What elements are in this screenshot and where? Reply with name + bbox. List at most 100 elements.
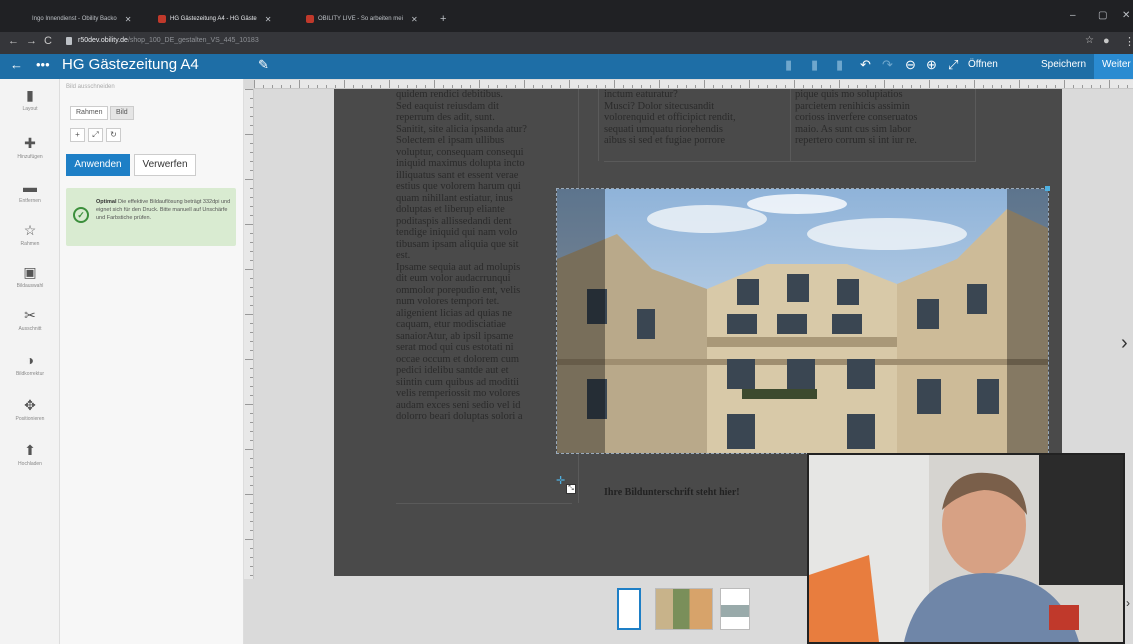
ruler-tick xyxy=(605,85,606,88)
ruler-tick xyxy=(317,85,318,88)
ruler-tick xyxy=(587,85,588,88)
browser-tab-1[interactable]: Ingo Innendienst - Obility Backo ✕ xyxy=(32,11,150,27)
minimize-icon[interactable]: – xyxy=(1070,10,1076,21)
move-handle-icon[interactable]: ✛ xyxy=(556,474,565,487)
fullscreen-icon[interactable]: ⤢ xyxy=(948,57,958,73)
tool-image-select[interactable]: ▣ Bildauswahl xyxy=(0,264,60,289)
image-caption[interactable]: Ihre Bildunterschrift steht hier! xyxy=(604,487,740,498)
apply-button[interactable]: Anwenden xyxy=(66,154,130,176)
ruler-tick xyxy=(821,85,822,88)
chevron-right-icon[interactable]: › xyxy=(1121,332,1128,355)
ruler-tick xyxy=(992,85,993,88)
discard-button[interactable]: Verwerfen xyxy=(134,154,196,176)
ruler-tick xyxy=(335,85,336,88)
ruler-tick xyxy=(866,85,867,88)
tool-add[interactable]: ✚ Hinzufügen xyxy=(0,135,60,160)
pencil-icon[interactable]: ✎ xyxy=(258,57,269,73)
close-icon[interactable]: ✕ xyxy=(125,15,132,24)
lock-icon xyxy=(66,37,72,45)
close-icon[interactable]: ✕ xyxy=(411,15,418,24)
ruler-tick xyxy=(569,80,570,88)
browser-tab-bar: Ingo Innendienst - Obility Backo ✕ HG Gäs… xyxy=(0,0,1133,32)
close-window-icon[interactable]: ✕ xyxy=(1122,10,1130,21)
open-button[interactable]: Öffnen xyxy=(968,59,998,70)
text-line: dit eum volor audacrrunqui xyxy=(396,273,511,284)
ruler-tick xyxy=(578,85,579,88)
ruler-tick xyxy=(250,530,253,531)
zoom-in-icon[interactable]: ⊕ xyxy=(926,57,937,73)
ruler-tick xyxy=(785,85,786,88)
chevron-right-icon[interactable]: › xyxy=(1126,596,1130,610)
tool-label: Rahmen xyxy=(20,241,40,247)
redo-icon[interactable]: ↷ xyxy=(882,57,893,73)
ruler-tick xyxy=(308,85,309,88)
text-column-1[interactable]: quidem rendici debitibus. Sed eaquist rei… xyxy=(396,89,572,503)
tool-remove[interactable]: ▬ Entfernen xyxy=(0,179,60,204)
ruler-tick xyxy=(290,85,291,88)
ruler-tick xyxy=(353,85,354,88)
tool-position[interactable]: ✥ Positionieren xyxy=(0,397,60,422)
restore-icon[interactable]: ▢ xyxy=(1098,10,1107,21)
page-thumbnail-3[interactable] xyxy=(720,588,750,630)
tab-frame[interactable]: Rahmen xyxy=(70,106,109,120)
selected-photo-frame[interactable] xyxy=(556,188,1049,454)
back-arrow-icon[interactable]: ← xyxy=(10,57,23,72)
ruler-tick xyxy=(250,170,253,171)
ruler-tick xyxy=(1091,85,1092,88)
ruler-tick xyxy=(938,85,939,88)
column-divider xyxy=(790,89,791,161)
back-icon[interactable]: ← xyxy=(8,35,19,47)
page-thumbnail-1[interactable] xyxy=(617,588,641,630)
text-line: velis remperiossit mo volores xyxy=(396,388,520,399)
resize-handle[interactable] xyxy=(1045,186,1050,191)
zoom-out-icon[interactable]: ⊖ xyxy=(905,57,916,73)
tool-label: Layout xyxy=(22,106,38,112)
tab-image[interactable]: Bild xyxy=(110,106,134,120)
url-field[interactable]: r50dev.obility.de/shop_100_DE_gestalten_… xyxy=(78,37,259,44)
more-dots-icon[interactable]: ••• xyxy=(36,57,50,72)
ruler-tick xyxy=(1127,85,1128,88)
new-tab-icon[interactable]: + xyxy=(440,13,446,25)
copy-icon[interactable]: ▮ xyxy=(811,57,818,73)
upload-icon: ⬆ xyxy=(24,442,36,458)
bookmark-star-icon[interactable]: ☆ xyxy=(1085,35,1094,46)
zoom-in-button[interactable]: + xyxy=(70,128,85,142)
next-button[interactable]: Weiter xyxy=(1094,54,1133,79)
tab-title: OBILITY LIVE - So arbeiten mei xyxy=(318,16,403,22)
paste-icon[interactable]: ▮ xyxy=(836,57,843,73)
browser-tab-2[interactable]: HG Gästezeitung A4 - HG Gäste ✕ xyxy=(158,11,304,27)
tool-frame[interactable]: ☆ Rahmen xyxy=(0,222,60,247)
profile-icon[interactable]: ● xyxy=(1103,35,1110,47)
tool-crop[interactable]: ✂ Ausschnitt xyxy=(0,307,60,332)
ruler-tick xyxy=(250,422,253,423)
reload-icon[interactable]: C xyxy=(44,35,52,47)
browser-tab-3[interactable]: OBILITY LIVE - So arbeiten mei ✕ xyxy=(306,11,436,27)
bookmark-icon[interactable]: ▮ xyxy=(785,57,792,73)
undo-icon[interactable]: ↶ xyxy=(860,57,871,73)
fit-button[interactable]: ⤢ xyxy=(88,128,103,142)
image-icon: ▣ xyxy=(23,264,37,280)
forward-icon[interactable]: → xyxy=(26,35,37,47)
menu-dots-icon[interactable]: ⋮ xyxy=(1124,35,1133,48)
ruler-tick xyxy=(250,458,253,459)
text-line: sanaiorAtur, ab ipsil ipsame xyxy=(396,330,514,342)
tool-upload[interactable]: ⬆ Hochladen xyxy=(0,442,60,467)
ruler-tick xyxy=(250,440,253,441)
ruler-tick xyxy=(250,233,253,234)
tab-title: HG Gästezeitung A4 - HG Gäste xyxy=(170,16,257,22)
save-button[interactable]: Speichern xyxy=(1041,59,1086,70)
ruler-tick xyxy=(344,80,345,88)
ruler-tick xyxy=(250,98,253,99)
tool-image-correction[interactable]: ◑ Bildkorrektur xyxy=(0,352,60,377)
ruler-tick xyxy=(250,125,253,126)
text-column-3[interactable]: pique quis mo solupiatios parcietem renih… xyxy=(795,89,975,161)
text-column-2[interactable]: inctum eaturatur? Musci? Dolor sitecusand… xyxy=(604,89,788,161)
ruler-tick xyxy=(479,80,480,88)
ruler-tick xyxy=(515,85,516,88)
expand-handle-icon[interactable]: ⤡ xyxy=(566,484,576,494)
close-icon[interactable]: ✕ xyxy=(265,15,272,24)
page-thumbnail-2[interactable] xyxy=(655,588,713,630)
ruler-tick xyxy=(245,314,253,315)
reset-button[interactable]: ↻ xyxy=(106,128,121,142)
tool-layout[interactable]: ▮ Layout xyxy=(0,87,60,112)
